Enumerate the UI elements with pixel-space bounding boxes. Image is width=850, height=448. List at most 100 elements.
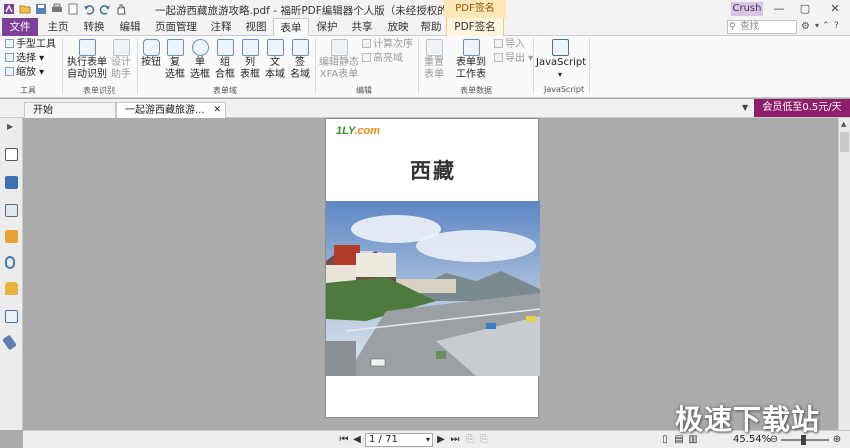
tab-convert[interactable]: 转换 bbox=[78, 18, 110, 36]
design-assistant-button[interactable]: 设计 助手 bbox=[108, 39, 134, 81]
pdf-signature-context-header: PDF签名 bbox=[444, 0, 506, 18]
zoom-tool-label: 缩放 bbox=[16, 67, 36, 78]
list-field-button[interactable]: 列 表框 bbox=[239, 39, 261, 81]
radio-field-label: 单 选框 bbox=[190, 57, 210, 80]
next-view-icon[interactable]: ⎘ bbox=[478, 433, 490, 447]
open-icon[interactable] bbox=[18, 2, 32, 16]
search-input[interactable]: 查找 bbox=[727, 20, 797, 34]
single-page-view-icon[interactable]: ▯ bbox=[659, 433, 671, 447]
export-button[interactable]: 导出 ▾ bbox=[494, 52, 533, 65]
pages-icon[interactable] bbox=[5, 176, 18, 189]
import-icon bbox=[494, 39, 503, 48]
signature-pen-icon[interactable] bbox=[2, 334, 17, 351]
zoom-in-icon[interactable]: ⊕ bbox=[831, 433, 843, 447]
radio-field-button[interactable]: 单 选框 bbox=[189, 39, 211, 81]
first-page-icon[interactable]: ⏮ bbox=[338, 433, 350, 447]
pdf-page: 1LY.com 西藏 bbox=[325, 118, 540, 418]
tab-edit[interactable]: 编辑 bbox=[114, 18, 146, 36]
hand-icon[interactable] bbox=[114, 2, 128, 16]
tab-page-management[interactable]: 页面管理 bbox=[150, 18, 202, 36]
tab-file[interactable]: 文件 bbox=[2, 18, 38, 36]
list-box-icon bbox=[241, 39, 259, 56]
restore-button[interactable]: ▢ bbox=[798, 1, 812, 17]
text-field-icon bbox=[266, 39, 284, 56]
help-icon[interactable]: ? bbox=[834, 21, 839, 31]
attachment-icon[interactable] bbox=[5, 256, 15, 269]
checkbox-field-button[interactable]: 复 选框 bbox=[164, 39, 186, 81]
tab-share[interactable]: 共享 bbox=[346, 18, 378, 36]
calc-order-button[interactable]: 计算次序 bbox=[362, 38, 413, 51]
expand-pane-icon[interactable]: ▶ bbox=[7, 122, 13, 131]
print-icon[interactable] bbox=[50, 2, 64, 16]
user-account-button[interactable]: Crush bbox=[731, 2, 763, 16]
import-button[interactable]: 导入 bbox=[494, 38, 525, 51]
button-field-button[interactable]: 按钮 bbox=[139, 39, 163, 69]
form-to-sheet-button[interactable]: 表单到 工作表 bbox=[451, 39, 491, 81]
tab-pdf-signature[interactable]: PDF签名 bbox=[446, 18, 504, 36]
close-tab-icon[interactable]: ✕ bbox=[213, 103, 221, 118]
last-page-icon[interactable]: ⏭ bbox=[449, 433, 461, 447]
redo-icon[interactable] bbox=[98, 2, 112, 16]
chevron-down-icon[interactable]: ▾ bbox=[426, 434, 430, 446]
signature-field-button[interactable]: 签 名域 bbox=[289, 39, 311, 81]
tab-view[interactable]: 视图 bbox=[240, 18, 272, 36]
group-label-fields: 表单域 bbox=[213, 86, 237, 95]
design-assistant-label: 设计 助手 bbox=[111, 57, 131, 80]
list-field-label: 列 表框 bbox=[240, 57, 260, 80]
bookmark-icon[interactable] bbox=[5, 148, 18, 161]
calc-order-icon bbox=[362, 39, 371, 48]
select-tool-button[interactable]: 选择 ▾ bbox=[5, 52, 44, 65]
zoom-icon bbox=[5, 67, 14, 76]
edit-static-xfa-button[interactable]: 编辑静态 XFA表单 bbox=[318, 39, 360, 81]
minimize-button[interactable]: — bbox=[772, 1, 786, 17]
scroll-up-icon[interactable]: ▲ bbox=[841, 120, 846, 128]
tab-protect[interactable]: 保护 bbox=[312, 18, 342, 36]
vertical-scrollbar[interactable]: ▲ bbox=[838, 118, 850, 430]
lock-icon[interactable] bbox=[5, 282, 18, 295]
tab-help[interactable]: 帮助 bbox=[416, 18, 446, 36]
form-fields-icon[interactable] bbox=[5, 310, 18, 323]
next-page-icon[interactable]: ▶ bbox=[435, 433, 447, 447]
hand-tool-button[interactable]: 手型工具 bbox=[5, 38, 56, 51]
close-button[interactable]: ✕ bbox=[828, 1, 842, 17]
comments-icon[interactable] bbox=[5, 230, 18, 243]
tab-list-dropdown-icon[interactable]: ▼ bbox=[742, 103, 748, 112]
group-label-data: 表单数据 bbox=[460, 86, 492, 95]
vip-banner[interactable]: 会员低至0.5元/天 bbox=[754, 99, 850, 117]
group-label-tools: 工具 bbox=[20, 86, 36, 95]
gear-icon[interactable]: ⚙ bbox=[801, 21, 810, 32]
chevron-down-icon[interactable]: ▾ bbox=[815, 21, 819, 30]
tab-form[interactable]: 表单 bbox=[273, 18, 309, 36]
zoom-tool-button[interactable]: 缩放 ▾ bbox=[5, 66, 44, 79]
tab-document[interactable]: 一起游西藏旅游... ✕ bbox=[116, 102, 226, 118]
edit-static-xfa-label: 编辑静态 XFA表单 bbox=[319, 57, 359, 80]
tab-start[interactable]: 开始 bbox=[24, 102, 116, 118]
import-label: 导入 bbox=[505, 39, 525, 50]
combo-field-label: 组 合框 bbox=[215, 57, 235, 80]
radio-icon bbox=[191, 39, 209, 56]
run-form-recognition-button[interactable]: 执行表单 自动识别 bbox=[64, 39, 110, 81]
collapse-ribbon-icon[interactable]: ⌃ bbox=[822, 21, 830, 31]
group-separator bbox=[137, 38, 138, 94]
javascript-button[interactable]: JavaScript ▾ bbox=[536, 39, 586, 81]
text-field-button[interactable]: 文 本域 bbox=[264, 39, 286, 81]
title-bar: 一起游西藏旅游攻略.pdf - 福昕PDF编辑器个人版（未经授权的产品） Cru… bbox=[0, 0, 850, 18]
scroll-thumb[interactable] bbox=[840, 132, 849, 152]
page-number-input[interactable]: 1 / 71 ▾ bbox=[365, 433, 433, 447]
highlight-fields-button[interactable]: 高亮域 bbox=[362, 52, 403, 65]
combo-field-button[interactable]: 组 合框 bbox=[214, 39, 236, 81]
app-icon[interactable] bbox=[2, 2, 16, 16]
save-icon[interactable] bbox=[34, 2, 48, 16]
window-title: 一起游西藏旅游攻略.pdf - 福昕PDF编辑器个人版（未经授权的产品） bbox=[155, 5, 480, 17]
previous-view-icon[interactable]: ⎘ bbox=[464, 433, 476, 447]
js-file-icon bbox=[551, 39, 569, 56]
tab-home[interactable]: 主页 bbox=[42, 18, 74, 36]
undo-icon[interactable] bbox=[82, 2, 96, 16]
layers-icon[interactable] bbox=[5, 204, 18, 217]
print-preview-icon[interactable] bbox=[66, 2, 80, 16]
site-logo: 1LY.com bbox=[336, 125, 380, 137]
tab-slideshow[interactable]: 放映 bbox=[382, 18, 414, 36]
previous-page-icon[interactable]: ◀ bbox=[351, 433, 363, 447]
tab-comment[interactable]: 注释 bbox=[206, 18, 236, 36]
reset-form-button[interactable]: 重置 表单 bbox=[421, 39, 447, 81]
